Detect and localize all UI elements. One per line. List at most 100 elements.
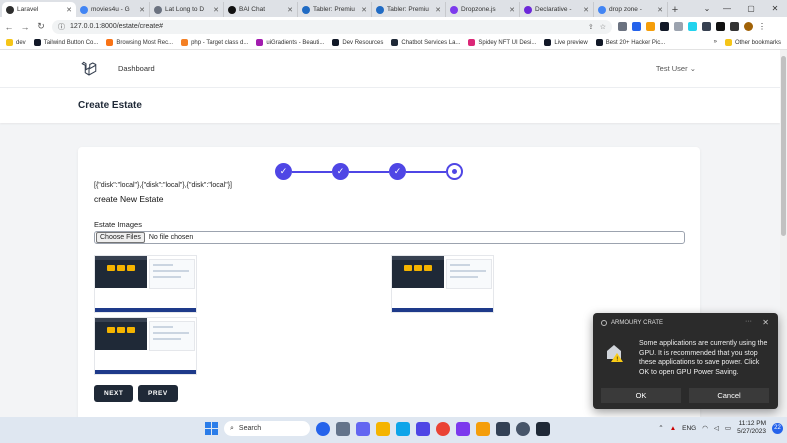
bookmark-item[interactable]: php - Target class d... bbox=[181, 39, 248, 46]
tab-favicon-icon bbox=[376, 5, 384, 14]
volume-icon[interactable]: ◁ bbox=[714, 424, 719, 432]
bookmark-item[interactable]: Tailwind Button Co... bbox=[33, 39, 98, 46]
toast-cancel-button[interactable]: Cancel bbox=[689, 388, 769, 403]
taskbar-app-icon[interactable] bbox=[516, 421, 530, 436]
battery-icon[interactable]: ▭ bbox=[725, 424, 731, 432]
nav-link-dashboard[interactable]: Dashboard bbox=[118, 64, 155, 73]
user-menu[interactable]: Test User ⌄ bbox=[656, 64, 696, 73]
close-window-button[interactable]: ✕ bbox=[763, 0, 787, 17]
toast-ok-button[interactable]: OK bbox=[601, 388, 681, 403]
bookmark-item[interactable]: uiGradients - Beauti... bbox=[256, 39, 324, 46]
language-indicator[interactable]: ENG bbox=[682, 425, 696, 432]
tab-close-icon[interactable]: ✕ bbox=[287, 6, 293, 14]
notification-badge[interactable]: 22 bbox=[772, 422, 783, 434]
taskbar-app-icon[interactable] bbox=[416, 421, 430, 436]
new-tab-button[interactable]: + bbox=[668, 2, 682, 17]
taskbar-app-icon[interactable] bbox=[476, 421, 490, 436]
tab-close-icon[interactable]: ✕ bbox=[66, 6, 72, 14]
back-button[interactable]: ← bbox=[4, 22, 14, 32]
tab-close-icon[interactable]: ✕ bbox=[361, 6, 367, 14]
tab-search-icon[interactable]: ⌄ bbox=[699, 0, 715, 17]
step-3-completed[interactable]: ✓ bbox=[389, 163, 406, 180]
tab-close-icon[interactable]: ✕ bbox=[139, 6, 145, 14]
app-logo-icon[interactable] bbox=[78, 58, 100, 80]
browser-tab[interactable]: Lat Long to D ✕ bbox=[150, 2, 224, 17]
scrollbar-thumb[interactable] bbox=[781, 56, 786, 236]
step-connector bbox=[406, 171, 446, 173]
next-button[interactable]: NEXT bbox=[94, 385, 134, 402]
taskbar-clock[interactable]: 11:12 PM 5/27/2023 bbox=[737, 420, 766, 436]
extension-icon[interactable] bbox=[688, 22, 697, 31]
more-bookmarks-button[interactable]: » bbox=[714, 39, 717, 46]
extension-icon[interactable] bbox=[702, 22, 711, 31]
bookmark-item[interactable]: Dev Resources bbox=[332, 39, 383, 46]
estate-images-label: Estate Images bbox=[94, 220, 142, 229]
chrome-icon[interactable] bbox=[436, 421, 450, 436]
profile-avatar[interactable] bbox=[744, 22, 753, 31]
bookmark-item[interactable]: Chatbot Services La... bbox=[391, 39, 460, 46]
extension-icon[interactable] bbox=[646, 22, 655, 31]
extension-icon[interactable] bbox=[674, 22, 683, 31]
maximize-button[interactable]: ▢ bbox=[739, 0, 763, 17]
bookmark-item[interactable]: dev bbox=[6, 39, 26, 46]
browser-tab[interactable]: movies4u - G ✕ bbox=[76, 2, 150, 17]
step-1-completed[interactable]: ✓ bbox=[275, 163, 292, 180]
bookmark-item[interactable]: Best 20+ Hacker Pic... bbox=[595, 39, 665, 46]
other-bookmarks-folder[interactable]: Other bookmarks bbox=[724, 39, 781, 46]
start-button[interactable] bbox=[205, 422, 218, 435]
image-preview[interactable] bbox=[94, 255, 197, 313]
wifi-icon[interactable]: ◠ bbox=[702, 424, 708, 432]
extension-icon[interactable] bbox=[618, 22, 627, 31]
browser-tab[interactable]: Laravel ✕ bbox=[2, 2, 76, 17]
terminal-icon[interactable] bbox=[496, 421, 510, 436]
toast-close-icon[interactable]: ✕ bbox=[762, 318, 769, 327]
tab-close-icon[interactable]: ✕ bbox=[583, 6, 589, 14]
taskbar-app-icon[interactable] bbox=[536, 421, 550, 436]
puzzle-icon[interactable] bbox=[716, 22, 725, 31]
image-preview[interactable] bbox=[391, 255, 494, 313]
step-2-completed[interactable]: ✓ bbox=[332, 163, 349, 180]
browser-tab[interactable]: Dropzone.js ✕ bbox=[446, 2, 520, 17]
browser-tab[interactable]: drop zone - ✕ bbox=[594, 2, 668, 17]
tab-close-icon[interactable]: ✕ bbox=[657, 6, 663, 14]
taskbar-app-icon[interactable] bbox=[456, 421, 470, 436]
taskbar-app-icon[interactable] bbox=[316, 421, 330, 436]
side-panel-icon[interactable] bbox=[730, 22, 739, 31]
page-scrollbar[interactable] bbox=[780, 50, 787, 417]
prev-button[interactable]: PREV bbox=[138, 385, 178, 402]
taskbar-search[interactable]: ⌕ Search bbox=[224, 421, 310, 436]
file-explorer-icon[interactable] bbox=[376, 421, 390, 436]
forward-button[interactable]: → bbox=[20, 22, 30, 32]
reload-button[interactable]: ↻ bbox=[36, 21, 46, 32]
browser-tab[interactable]: Tabler: Premiu ✕ bbox=[372, 2, 446, 17]
bookmark-item[interactable]: Browsing Most Rec... bbox=[106, 39, 173, 46]
taskbar-app-icon[interactable] bbox=[396, 421, 410, 436]
chevron-up-icon[interactable]: ⌃ bbox=[658, 424, 663, 432]
armoury-tray-icon[interactable]: ▲ bbox=[670, 425, 676, 432]
extension-icon[interactable] bbox=[660, 22, 669, 31]
tab-close-icon[interactable]: ✕ bbox=[509, 6, 515, 14]
browser-tab-strip: Laravel ✕ movies4u - G ✕ Lat Long to D ✕ BAI C… bbox=[0, 0, 787, 17]
step-4-current[interactable] bbox=[446, 163, 463, 180]
minimize-button[interactable]: — bbox=[715, 0, 739, 17]
extension-icon[interactable] bbox=[632, 22, 641, 31]
site-info-icon[interactable]: ⓘ bbox=[58, 22, 65, 32]
browser-tab[interactable]: BAI Chat ✕ bbox=[224, 2, 298, 17]
image-preview[interactable] bbox=[94, 317, 197, 375]
browser-tab[interactable]: Declarative - ✕ bbox=[520, 2, 594, 17]
kebab-menu-icon[interactable]: ⋮ bbox=[758, 22, 766, 31]
estate-images-file-input[interactable]: Choose Files No file chosen bbox=[94, 231, 685, 244]
bookmark-item[interactable]: Live preview bbox=[544, 39, 588, 46]
toast-more-icon[interactable]: ··· bbox=[745, 318, 752, 325]
taskbar-app-icon[interactable] bbox=[336, 421, 350, 436]
taskbar-app-icon[interactable] bbox=[356, 421, 370, 436]
tab-title: Dropzone.js bbox=[461, 6, 496, 13]
address-bar[interactable]: ⓘ 127.0.0.1:8000/estate/create# ⇪ ☆ bbox=[52, 19, 612, 34]
choose-files-button[interactable]: Choose Files bbox=[96, 232, 145, 243]
tab-close-icon[interactable]: ✕ bbox=[435, 6, 441, 14]
browser-tab[interactable]: Tabler: Premiu ✕ bbox=[298, 2, 372, 17]
share-icon[interactable]: ⇪ bbox=[588, 23, 594, 31]
tab-close-icon[interactable]: ✕ bbox=[213, 6, 219, 14]
bookmark-item[interactable]: Spidey NFT UI Desi... bbox=[468, 39, 536, 46]
bookmark-star-icon[interactable]: ☆ bbox=[600, 23, 606, 31]
